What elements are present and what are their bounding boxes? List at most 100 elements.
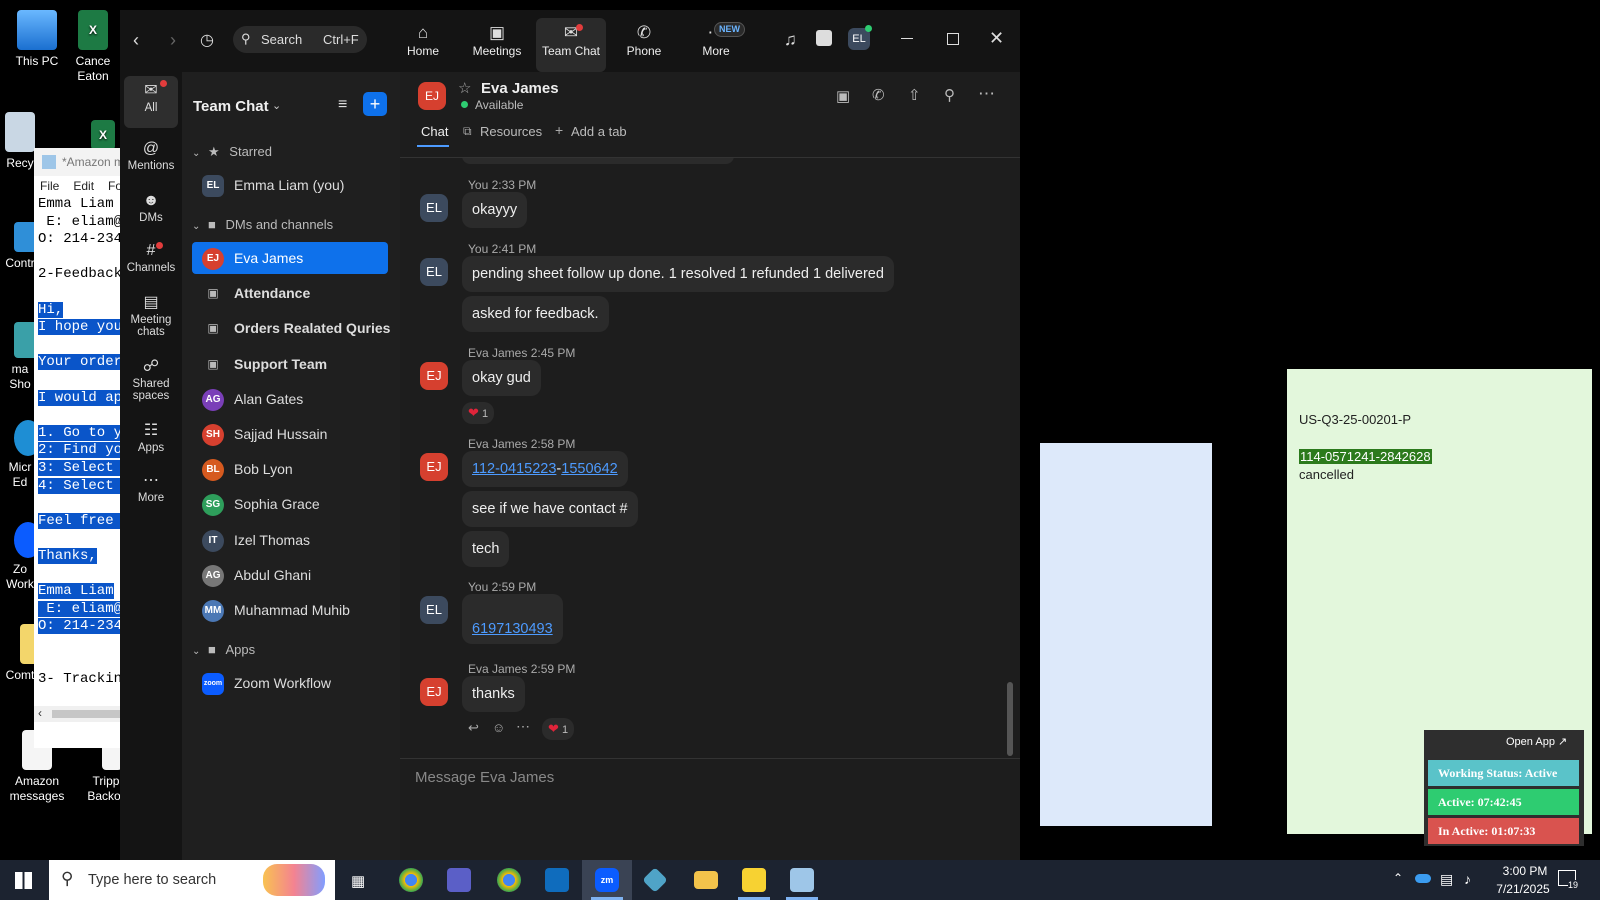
chat-contact-name[interactable]: Eva James bbox=[481, 80, 559, 97]
message-link[interactable]: 6197130493 bbox=[472, 621, 553, 637]
nav-more[interactable]: ⋯ More NEW bbox=[686, 22, 746, 58]
network-icon[interactable]: ▤ bbox=[1440, 871, 1453, 888]
share-screen-icon[interactable]: ⇧ bbox=[908, 86, 921, 104]
tab-add[interactable]: Add a tab bbox=[571, 124, 627, 139]
nav-meetings[interactable]: ▣ Meetings bbox=[467, 22, 527, 58]
desktop-icon-excel-1[interactable]: X Cance Eaton bbox=[68, 10, 118, 84]
chrome-icon[interactable] bbox=[399, 868, 423, 892]
clock-time[interactable]: 3:00 PM bbox=[1492, 864, 1558, 878]
notepad-icon[interactable] bbox=[790, 868, 814, 892]
clock-date[interactable]: 7/21/2025 bbox=[1488, 882, 1558, 896]
chevron-up-icon[interactable]: ⌃ bbox=[1393, 871, 1403, 885]
sidebar-item-muhammad-muhib[interactable]: MM Muhammad Muhib bbox=[192, 594, 388, 626]
sidebar-item-izel-thomas[interactable]: IT Izel Thomas bbox=[192, 524, 388, 556]
rail-apps[interactable]: ☷ Apps bbox=[120, 420, 182, 454]
bell-icon[interactable]: ♫ bbox=[784, 30, 797, 50]
sidebar-item-orders-realated-quries[interactable]: ▣ Orders Realated Quries bbox=[192, 312, 390, 344]
rail-all[interactable]: ✉ All bbox=[124, 76, 178, 128]
gift-icon[interactable] bbox=[816, 30, 832, 46]
message-bubble[interactable]: 6197130493 bbox=[462, 594, 563, 644]
zoom-taskbar-button[interactable]: zm bbox=[582, 860, 632, 900]
message-bubble[interactable]: asked for feedback. bbox=[462, 296, 609, 332]
emoji-icon[interactable]: ☺ bbox=[492, 720, 505, 735]
sidebar-item-zoom-workflow[interactable]: zoom Zoom Workflow bbox=[192, 667, 388, 699]
rail-channels[interactable]: # Channels bbox=[120, 240, 182, 274]
rail-meeting-chats[interactable]: ▤ Meeting chats bbox=[120, 292, 182, 338]
filter-icon[interactable]: ≡ bbox=[338, 96, 347, 114]
taskbar-search[interactable]: ⚲ Type here to search bbox=[49, 860, 335, 900]
back-icon[interactable]: ‹ bbox=[133, 30, 139, 51]
maximize-icon[interactable] bbox=[947, 33, 959, 45]
sidebar-item-alan-gates[interactable]: AG Alan Gates bbox=[192, 383, 388, 415]
notepad-window[interactable]: *Amazon m File Edit Fo Emma Liam E: elia… bbox=[34, 148, 134, 748]
message-bubble[interactable]: pending sheet follow up done. 1 resolved… bbox=[462, 256, 894, 292]
search-icon[interactable]: ⚲ bbox=[944, 86, 955, 104]
sidebar-item-sajjad-hussain[interactable]: SH Sajjad Hussain bbox=[192, 418, 388, 450]
notepad-hscrollbar[interactable]: ‹ bbox=[34, 706, 134, 722]
background-window[interactable] bbox=[1040, 443, 1212, 826]
more-options-icon[interactable]: ⋯ bbox=[978, 84, 995, 104]
video-icon[interactable]: ▣ bbox=[836, 87, 850, 105]
search-box[interactable]: ⚲ Search Ctrl+F bbox=[233, 26, 367, 53]
sidebar-item-support-team[interactable]: ▣ Support Team bbox=[192, 348, 388, 380]
apps-section[interactable]: ⌄ ■ Apps bbox=[192, 642, 255, 657]
minimize-icon[interactable] bbox=[901, 38, 913, 39]
menu-file[interactable]: File bbox=[40, 176, 59, 196]
dms-section[interactable]: ⌄ ■ DMs and channels bbox=[192, 217, 333, 232]
sidebar-title[interactable]: Team Chat bbox=[193, 98, 269, 115]
notepad-text-area[interactable]: Emma Liam E: eliam@ O: 214-234 2-Feedback H… bbox=[34, 196, 134, 689]
phone-icon[interactable]: ✆ bbox=[872, 86, 885, 104]
message-composer[interactable]: Message Eva James bbox=[400, 759, 1020, 860]
rail-dms[interactable]: ☻ DMs bbox=[120, 190, 182, 224]
more-options-icon[interactable]: ⋯ bbox=[516, 718, 530, 735]
tab-resources[interactable]: Resources bbox=[480, 124, 542, 139]
message-bubble[interactable]: okayyy bbox=[462, 192, 528, 228]
scroll-left-icon[interactable]: ‹ bbox=[38, 706, 42, 720]
nav-team-chat[interactable]: ✉ Team Chat bbox=[536, 18, 606, 72]
starred-section[interactable]: ⌄ ★ Starred bbox=[192, 144, 272, 160]
message-bubble[interactable]: 112-0415223-1550642 bbox=[462, 451, 628, 487]
rail-shared-spaces[interactable]: ☍ Shared spaces bbox=[120, 356, 182, 402]
task-view-icon[interactable]: ▦ bbox=[351, 872, 365, 890]
nav-phone[interactable]: ✆ Phone bbox=[614, 22, 674, 58]
forward-icon[interactable]: › bbox=[170, 30, 176, 51]
nav-home[interactable]: ⌂ Home bbox=[393, 22, 453, 58]
message-bubble[interactable]: okay gud bbox=[462, 360, 541, 396]
app-icon[interactable] bbox=[642, 867, 668, 893]
message-bubble[interactable]: thanks bbox=[462, 676, 525, 712]
avatar[interactable]: EL bbox=[848, 25, 872, 50]
message-link[interactable]: 112-0415223 bbox=[472, 461, 556, 477]
message-bubble[interactable]: see if we have contact # bbox=[462, 491, 638, 527]
tab-chat[interactable]: Chat bbox=[421, 124, 448, 139]
history-icon[interactable]: ◷ bbox=[200, 30, 214, 50]
rail-more[interactable]: ⋯ More bbox=[120, 470, 182, 504]
reaction-heart[interactable]: ❤ 1 bbox=[542, 718, 575, 740]
rail-mentions[interactable]: @ Mentions bbox=[120, 138, 182, 172]
sidebar-item-abdul-ghani[interactable]: AG Abdul Ghani bbox=[192, 559, 388, 591]
sidebar-item-sophia-grace[interactable]: SG Sophia Grace bbox=[192, 488, 388, 520]
sidebar-item-eva-james[interactable]: EJ Eva James bbox=[192, 242, 388, 274]
close-icon[interactable]: ✕ bbox=[989, 28, 1004, 49]
menu-edit[interactable]: Edit bbox=[73, 176, 94, 196]
reaction-heart[interactable]: ❤ 1 bbox=[462, 402, 495, 424]
chevron-down-icon[interactable]: ⌄ bbox=[272, 99, 281, 112]
start-button[interactable] bbox=[15, 872, 32, 889]
desktop-icon-this-pc[interactable]: This PC bbox=[0, 10, 74, 69]
new-chat-button[interactable]: + bbox=[363, 92, 387, 116]
open-app-button[interactable]: Open App ↗ bbox=[1506, 735, 1567, 748]
message-link[interactable]: 1550642 bbox=[561, 461, 617, 477]
chrome-icon[interactable] bbox=[497, 868, 521, 892]
teams-icon[interactable] bbox=[447, 868, 471, 892]
sidebar-item-attendance[interactable]: ▣ Attendance bbox=[192, 277, 388, 309]
onedrive-icon[interactable] bbox=[1415, 874, 1431, 883]
sidebar-item-bob-lyon[interactable]: BL Bob Lyon bbox=[192, 453, 388, 485]
chat-scrollbar[interactable] bbox=[1007, 682, 1013, 756]
reply-icon[interactable]: ↩ bbox=[468, 720, 479, 736]
message-bubble[interactable]: tech bbox=[462, 531, 510, 567]
volume-icon[interactable]: ♪ bbox=[1464, 871, 1471, 887]
sticky-notes-icon[interactable] bbox=[742, 868, 766, 892]
outlook-icon[interactable] bbox=[545, 868, 569, 892]
star-outline-icon[interactable]: ☆ bbox=[458, 79, 471, 97]
sidebar-item-emma-liam[interactable]: EL Emma Liam (you) bbox=[192, 169, 388, 201]
file-explorer-icon[interactable] bbox=[694, 871, 718, 889]
